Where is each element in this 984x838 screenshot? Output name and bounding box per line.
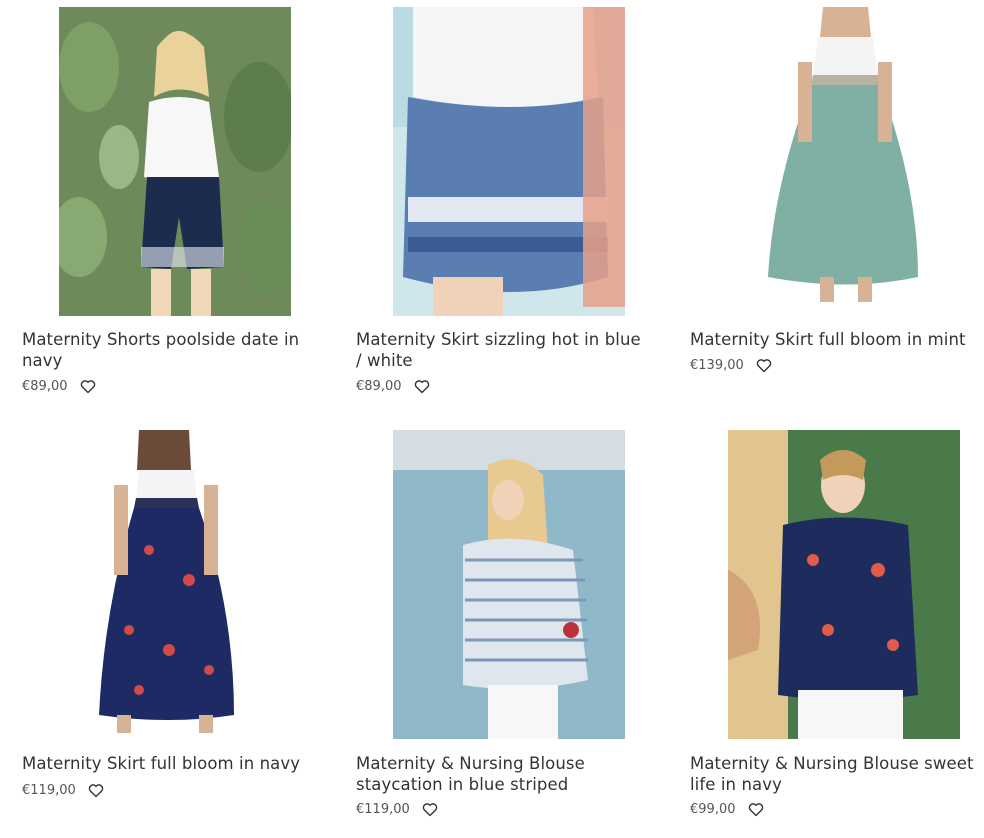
product-title[interactable]: Maternity Skirt sizzling hot in blue / w… bbox=[356, 329, 646, 371]
product-image[interactable] bbox=[59, 7, 291, 316]
product-image[interactable] bbox=[393, 7, 625, 316]
product-title[interactable]: Maternity Shorts poolside date in navy bbox=[22, 329, 312, 371]
product-price: €139,00 bbox=[690, 358, 744, 373]
product-price: €99,00 bbox=[690, 802, 736, 817]
product-image[interactable] bbox=[393, 430, 625, 739]
product-grid: Maternity Shorts poolside date in navy €… bbox=[0, 0, 984, 838]
heart-outline-icon[interactable] bbox=[88, 783, 104, 798]
product-price: €119,00 bbox=[22, 783, 76, 798]
product-image[interactable] bbox=[59, 430, 291, 739]
price-row: €89,00 bbox=[22, 379, 96, 394]
heart-outline-icon[interactable] bbox=[414, 379, 430, 394]
product-price: €89,00 bbox=[22, 379, 68, 394]
product-price: €89,00 bbox=[356, 379, 402, 394]
price-row: €119,00 bbox=[22, 783, 104, 798]
heart-outline-icon[interactable] bbox=[80, 379, 96, 394]
product-image[interactable] bbox=[728, 7, 960, 316]
heart-outline-icon[interactable] bbox=[748, 802, 764, 817]
product-title[interactable]: Maternity & Nursing Blouse sweet life in… bbox=[690, 753, 980, 795]
price-row: €99,00 bbox=[690, 802, 764, 817]
heart-outline-icon[interactable] bbox=[756, 358, 772, 373]
product-title[interactable]: Maternity Skirt full bloom in navy bbox=[22, 753, 312, 774]
price-row: €119,00 bbox=[356, 802, 438, 817]
product-price: €119,00 bbox=[356, 802, 410, 817]
price-row: €89,00 bbox=[356, 379, 430, 394]
price-row: €139,00 bbox=[690, 358, 772, 373]
heart-outline-icon[interactable] bbox=[422, 802, 438, 817]
product-title[interactable]: Maternity & Nursing Blouse staycation in… bbox=[356, 753, 646, 795]
product-image[interactable] bbox=[728, 430, 960, 739]
product-title[interactable]: Maternity Skirt full bloom in mint bbox=[690, 329, 980, 350]
